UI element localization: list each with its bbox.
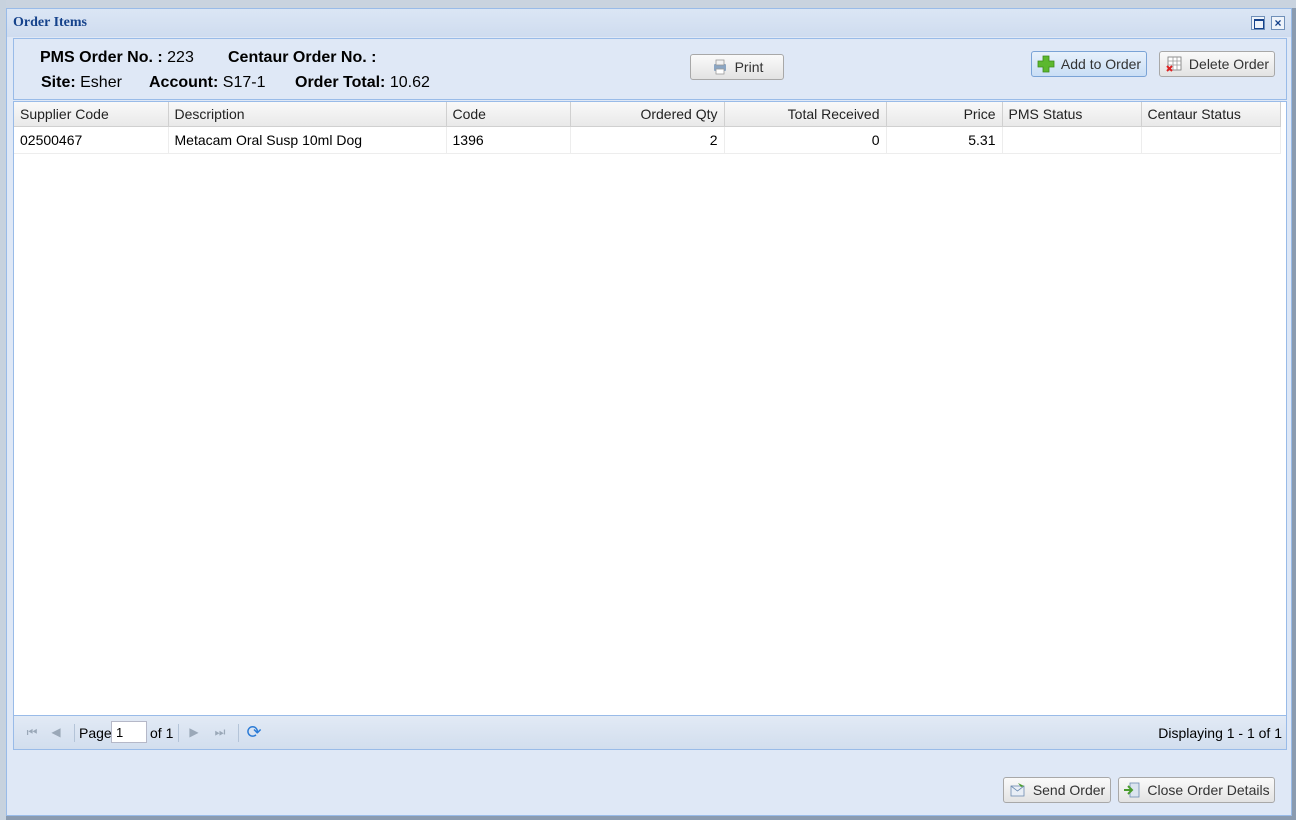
page-count-label: of 1	[150, 725, 174, 741]
cell-code: 1396	[446, 126, 571, 154]
close-order-details-button[interactable]: Close Order Details	[1118, 777, 1275, 803]
order-items-table: Supplier Code Description Code Ordered Q…	[14, 102, 1281, 154]
delete-order-button[interactable]: Delete Order	[1159, 51, 1275, 77]
centaur-order-row: Centaur Order No. :	[228, 49, 376, 67]
column-header-ordered-qty[interactable]: Ordered Qty	[570, 102, 725, 127]
refresh-icon[interactable]: ⟳	[246, 723, 262, 741]
pms-order-label: PMS Order No. :	[40, 49, 163, 66]
site-row: Site: Esher	[41, 74, 122, 92]
close-icon[interactable]: ×	[1271, 16, 1285, 30]
cell-total-received: 0	[724, 126, 887, 154]
next-page-icon[interactable]: ▶	[186, 724, 202, 740]
account-value: S17-1	[222, 74, 266, 91]
order-items-window: Order Items × PMS Order No. : 223 Centau…	[6, 8, 1292, 816]
printer-icon	[711, 58, 729, 76]
cell-centaur-status	[1141, 126, 1281, 154]
cell-supplier-code: 02500467	[14, 126, 169, 154]
centaur-order-label: Centaur Order No. :	[228, 49, 377, 66]
column-header-centaur-status[interactable]: Centaur Status	[1141, 102, 1281, 127]
site-label: Site:	[41, 74, 76, 91]
pager-separator	[74, 724, 75, 742]
table-row[interactable]: 02500467 Metacam Oral Susp 10ml Dog 1396…	[14, 126, 1281, 154]
column-header-pms-status[interactable]: PMS Status	[1002, 102, 1142, 127]
plus-icon	[1037, 55, 1055, 73]
print-button-label: Print	[734, 59, 764, 75]
pager-separator	[238, 724, 239, 742]
order-total-row: Order Total: 10.62	[295, 74, 430, 92]
page-number-input[interactable]	[111, 721, 147, 743]
site-value: Esher	[80, 74, 122, 91]
order-header-panel: PMS Order No. : 223 Centaur Order No. : …	[13, 38, 1287, 100]
account-label: Account:	[149, 74, 219, 91]
add-to-order-label: Add to Order	[1060, 56, 1142, 72]
window-titlebar[interactable]: Order Items ×	[7, 9, 1291, 37]
pager-separator	[178, 724, 179, 742]
background-toolbar	[0, 0, 1296, 8]
column-header-description[interactable]: Description	[168, 102, 447, 127]
grid-header-row: Supplier Code Description Code Ordered Q…	[14, 102, 1281, 127]
print-button[interactable]: Print	[690, 54, 784, 80]
order-numbers-row: PMS Order No. : 223	[40, 49, 194, 67]
paging-toolbar: ⏮ ◀ Page of 1 ▶ ⏭ ⟳ Displaying 1 - 1 of …	[13, 716, 1287, 750]
last-page-icon[interactable]: ⏭	[212, 724, 228, 740]
send-order-label: Send Order	[1032, 782, 1106, 798]
order-total-label: Order Total:	[295, 74, 386, 91]
displaying-text: Displaying 1 - 1 of 1	[1158, 725, 1282, 741]
prev-page-icon[interactable]: ◀	[48, 724, 64, 740]
order-total-value: 10.62	[389, 74, 430, 91]
cell-pms-status	[1002, 126, 1142, 154]
column-header-supplier-code[interactable]: Supplier Code	[14, 102, 169, 127]
cell-price: 5.31	[886, 126, 1003, 154]
send-order-button[interactable]: Send Order	[1003, 777, 1111, 803]
pms-order-value: 223	[167, 49, 194, 66]
maximize-icon[interactable]	[1251, 16, 1265, 30]
account-row: Account: S17-1	[149, 74, 265, 92]
send-icon	[1009, 781, 1027, 799]
column-header-price[interactable]: Price	[886, 102, 1003, 127]
add-to-order-button[interactable]: Add to Order	[1031, 51, 1147, 77]
delete-order-label: Delete Order	[1188, 56, 1270, 72]
delete-grid-icon	[1165, 55, 1183, 73]
column-header-total-received[interactable]: Total Received	[724, 102, 887, 127]
close-details-icon	[1123, 781, 1141, 799]
order-items-grid: Supplier Code Description Code Ordered Q…	[13, 101, 1287, 716]
cell-ordered-qty: 2	[570, 126, 725, 154]
column-header-code[interactable]: Code	[446, 102, 571, 127]
window-title: Order Items	[13, 15, 87, 30]
page-label: Page	[79, 725, 112, 741]
first-page-icon[interactable]: ⏮	[24, 724, 40, 740]
close-order-details-label: Close Order Details	[1147, 782, 1270, 798]
cell-description: Metacam Oral Susp 10ml Dog	[168, 126, 447, 154]
